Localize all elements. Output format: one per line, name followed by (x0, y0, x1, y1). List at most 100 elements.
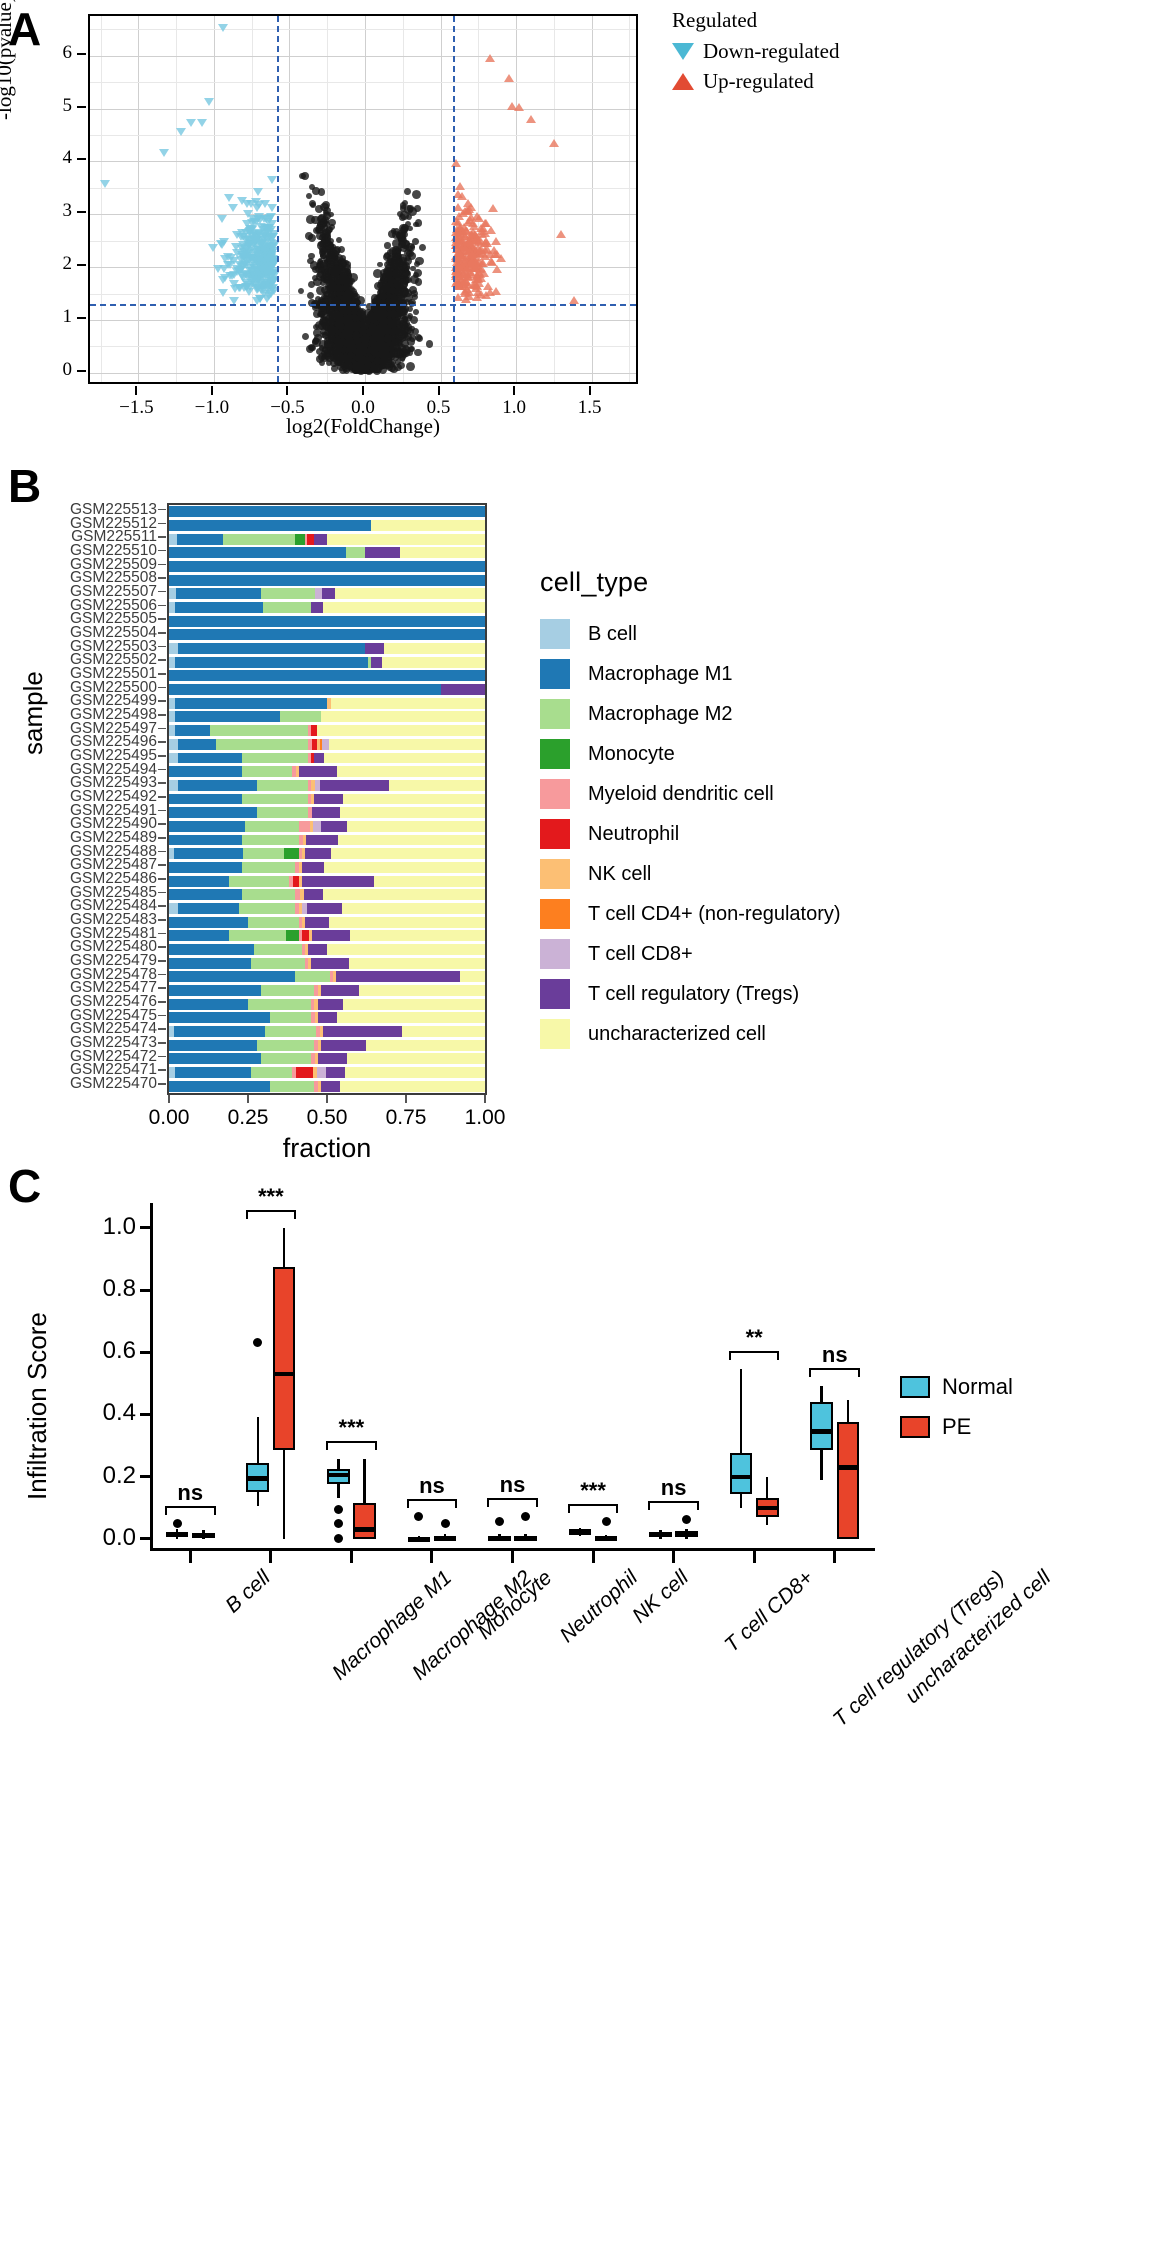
non-significant-point (321, 285, 330, 295)
non-significant-point (372, 312, 379, 320)
non-significant-point (412, 308, 419, 315)
gridline-horizontal (90, 55, 636, 57)
non-significant-point (379, 292, 387, 300)
non-significant-point (406, 362, 416, 372)
down-regulated-point (257, 265, 267, 274)
non-significant-point (409, 316, 418, 325)
gridline-horizontal (90, 187, 636, 189)
up-regulated-point (474, 235, 485, 244)
down-regulated-point (246, 199, 256, 208)
up-regulated-point (460, 294, 471, 303)
non-significant-point (306, 291, 314, 299)
non-significant-point (399, 205, 407, 212)
non-significant-point (382, 281, 388, 288)
down-regulated-point (255, 295, 266, 304)
non-significant-point (399, 213, 406, 221)
non-significant-point (306, 215, 315, 224)
non-significant-point (401, 321, 409, 329)
non-significant-point (393, 328, 401, 335)
non-significant-point (387, 230, 396, 238)
non-significant-point (360, 335, 370, 344)
down-regulated-point (238, 240, 249, 249)
down-regulated-point (217, 215, 228, 224)
down-regulated-point (227, 203, 238, 212)
non-significant-point (304, 232, 313, 241)
gridline-horizontal (90, 29, 636, 31)
non-significant-point (324, 226, 332, 234)
up-regulated-point (490, 249, 501, 258)
non-significant-point (382, 351, 390, 359)
non-significant-point (415, 334, 423, 342)
gridline-horizontal (90, 108, 636, 110)
non-significant-point (406, 336, 416, 346)
non-significant-point (340, 258, 346, 265)
non-significant-point (390, 297, 396, 303)
non-significant-point (341, 354, 350, 363)
down-regulated-point (159, 149, 170, 158)
down-regulated-point (252, 187, 263, 196)
non-significant-point (425, 340, 433, 348)
non-significant-point (337, 323, 345, 331)
up-regulated-point (455, 182, 466, 191)
down-regulated-point (204, 98, 215, 107)
non-significant-point (391, 270, 400, 278)
non-significant-point (357, 310, 366, 319)
non-significant-point (404, 257, 413, 266)
non-significant-point (313, 277, 322, 287)
non-significant-point (319, 251, 326, 257)
volcano-plot-area (88, 14, 638, 384)
non-significant-point (334, 339, 344, 349)
gridline-horizontal (90, 267, 636, 269)
non-significant-point (387, 277, 394, 283)
gridline-vertical (478, 16, 480, 382)
gridline-vertical (553, 16, 555, 382)
non-significant-point (334, 284, 343, 292)
gridline-vertical (440, 16, 442, 382)
gridline-horizontal (90, 134, 636, 136)
non-significant-point (404, 188, 411, 195)
down-regulated-point (264, 213, 275, 222)
non-significant-point (348, 324, 355, 331)
gridline-horizontal (90, 214, 636, 216)
down-regulated-point (217, 24, 228, 33)
gridline-horizontal (90, 293, 636, 295)
non-significant-point (328, 309, 335, 316)
non-significant-point (395, 358, 402, 365)
non-significant-point (312, 337, 319, 344)
non-significant-point (376, 323, 384, 332)
down-regulated-point (230, 284, 241, 293)
non-significant-point (359, 367, 366, 373)
gridline-vertical (516, 16, 518, 382)
non-significant-point (335, 236, 342, 243)
down-regulated-point (225, 253, 236, 262)
non-significant-point (395, 262, 405, 271)
down-regulated-point (245, 263, 256, 272)
down-regulated-point (224, 193, 235, 202)
down-regulated-point (216, 241, 227, 250)
gridline-vertical (100, 16, 102, 382)
non-significant-point (318, 188, 326, 196)
down-regulated-point (244, 224, 255, 233)
non-significant-point (337, 361, 346, 371)
down-regulated-point (218, 289, 229, 298)
non-significant-point (332, 265, 340, 273)
down-regulated-point (196, 118, 207, 127)
non-significant-point (418, 243, 426, 251)
non-significant-point (414, 349, 422, 357)
non-significant-point (306, 193, 313, 200)
non-significant-point (411, 189, 421, 199)
non-significant-point (404, 276, 412, 284)
gridline-vertical (176, 16, 178, 382)
gridline-vertical (138, 16, 140, 382)
panel-a-volcano-plot: A -log10(pvalue) log2(FoldChange) 012345… (0, 0, 1152, 455)
gridline-horizontal (90, 240, 636, 242)
gridline-vertical (629, 16, 631, 382)
down-regulated-point (242, 209, 253, 218)
non-significant-point (344, 289, 354, 299)
down-regulated-point (186, 118, 197, 127)
up-regulated-point (462, 206, 473, 215)
non-significant-point (388, 286, 396, 294)
non-significant-point (373, 344, 381, 351)
non-significant-point (413, 261, 420, 268)
non-significant-point (373, 269, 382, 278)
